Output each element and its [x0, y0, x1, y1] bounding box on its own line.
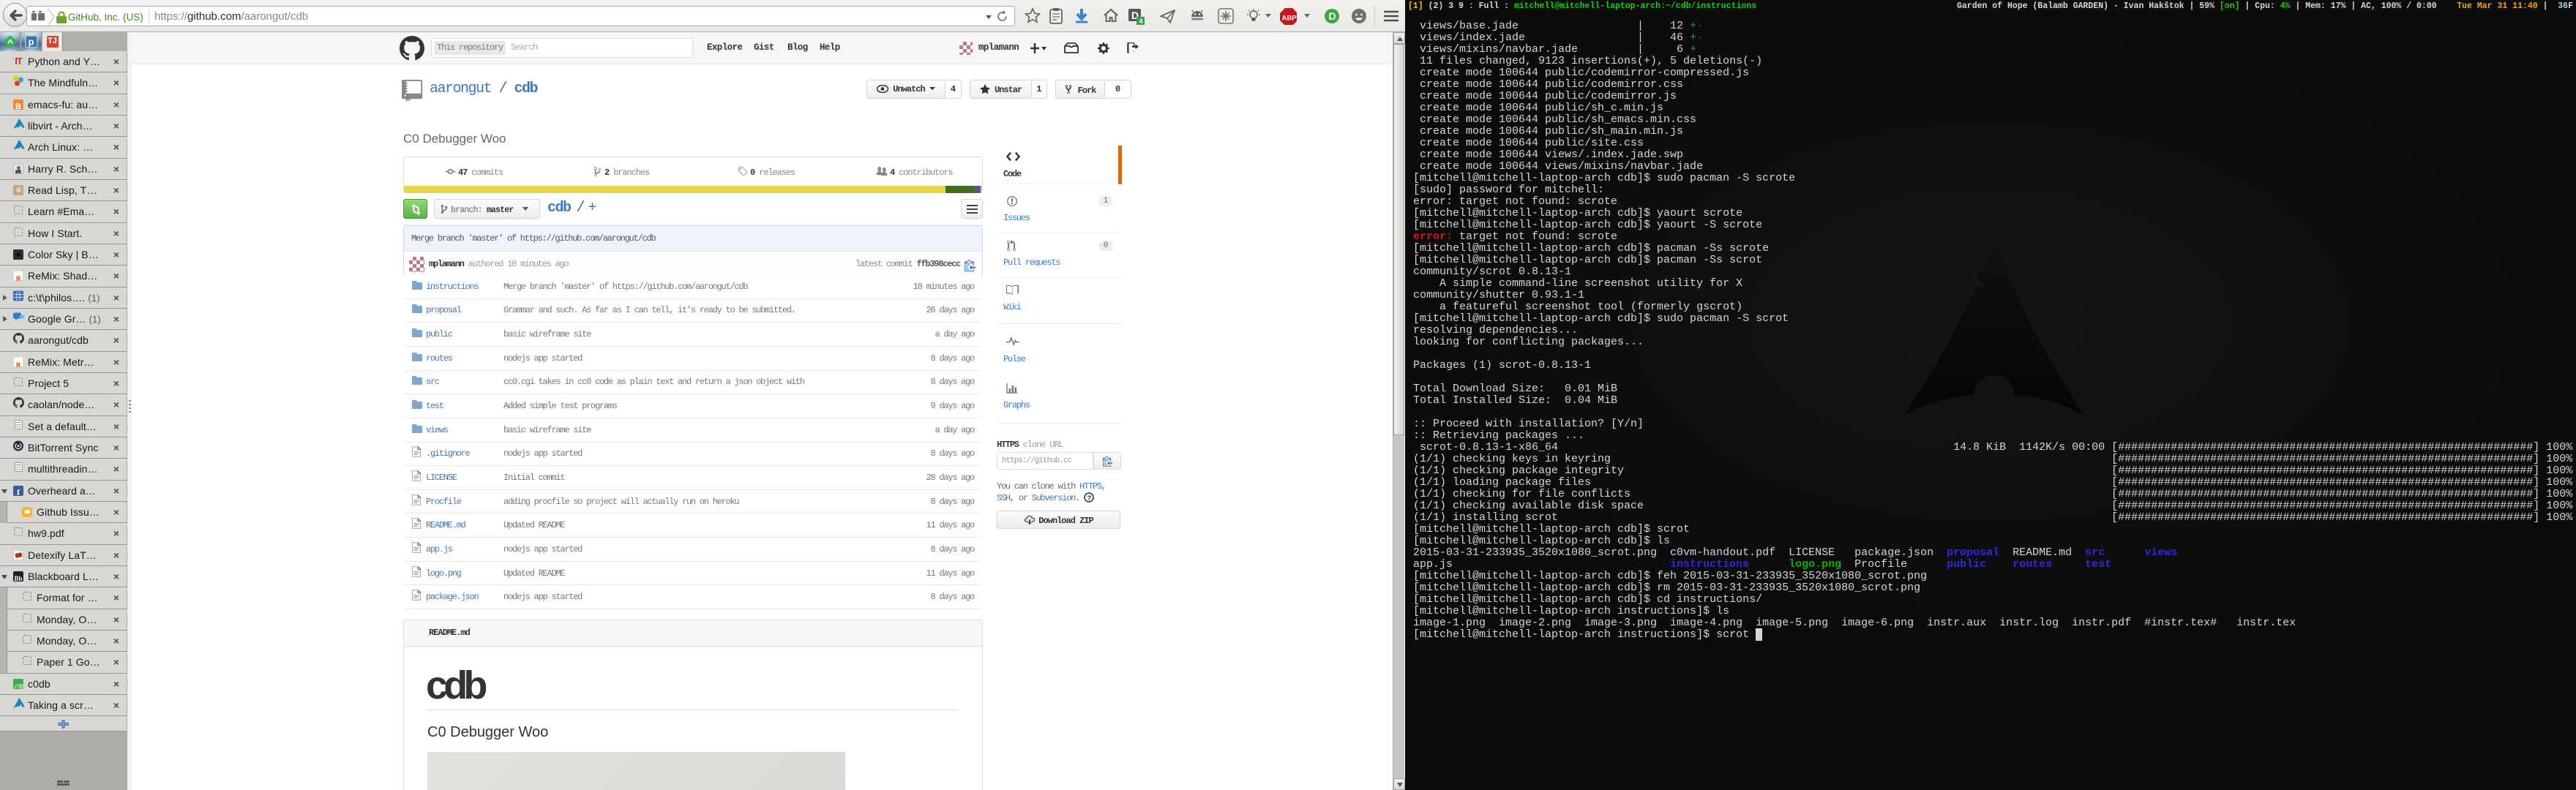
svg-text:ABP: ABP: [1282, 15, 1298, 23]
svg-text:4: 4: [1139, 18, 1143, 25]
svg-text:D: D: [1329, 10, 1336, 22]
